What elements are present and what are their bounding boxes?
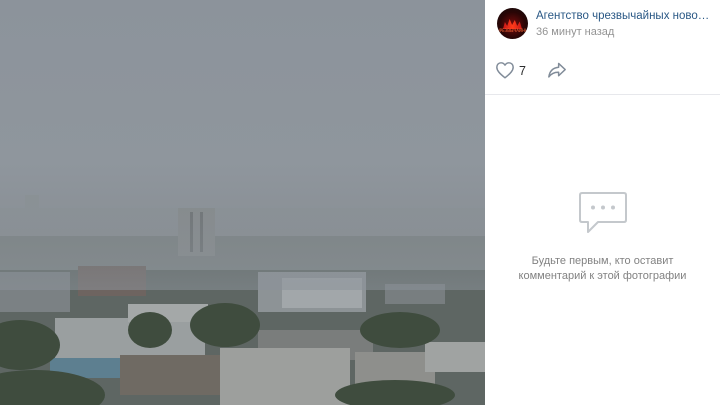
author-link[interactable]: Агентство чрезвычайных новостей xyxy=(536,10,714,22)
photo xyxy=(0,0,485,405)
empty-comments-text: Будьте первым, кто оставит комментарий к… xyxy=(518,255,687,282)
like-count: 7 xyxy=(519,64,526,78)
avatar-caption: ЧРЕЗВЫЧАЙНЫЕ xyxy=(497,28,528,33)
empty-comments: Будьте первым, кто оставит комментарий к… xyxy=(485,190,720,284)
photo-scene xyxy=(0,190,485,405)
post-header: ЧРЕЗВЫЧАЙНЫЕ Агентство чрезвычайных ново… xyxy=(485,0,720,50)
share-button[interactable] xyxy=(547,61,569,81)
speech-bubble-icon xyxy=(578,192,627,233)
avatar[interactable]: ЧРЕЗВЫЧАЙНЫЕ xyxy=(497,8,528,39)
heart-outline-icon xyxy=(496,62,514,79)
post-time[interactable]: 36 минут назад xyxy=(536,26,614,38)
share-arrow-icon xyxy=(548,62,566,78)
like-button[interactable]: 7 xyxy=(495,61,535,81)
post-sidebar: ЧРЕЗВЫЧАЙНЫЕ Агентство чрезвычайных ново… xyxy=(485,0,720,405)
post-actions: 7 xyxy=(485,52,720,95)
